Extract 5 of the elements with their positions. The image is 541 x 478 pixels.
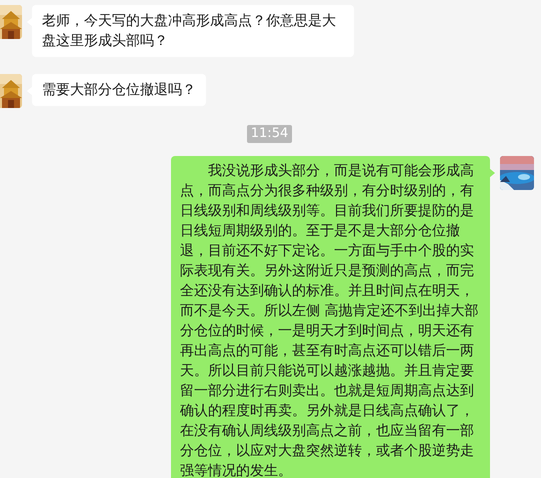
message-bubble: 需要大部分仓位撤退吗？ <box>32 74 206 106</box>
message-bubble: 老师，今天写的大盘冲高形成高点？你意思是大盘这里形成头部吗？ <box>32 5 354 57</box>
timestamp: 11:54 <box>246 125 292 143</box>
message-bubble: 我没说形成头部分，而是说有可能会形成高点，而高点分为很多种级别，有分时级别的，有日线级别和周线级别等。目前我们所要提防的是日线短周期级别的。至于是不是大部分仓位撤退，目前还不好下定论。一方面与手中个股的实际表现有关。另外这附近只是预测的高点，而完全还没有达到确认的标准。并且时间点在明天，而不是今天。所以左侧 高抛肯定还不到出掉大部分仓位的时候，一是明天才到时间点，明天还有再出高点的可能，甚至有时高点还可以错后一两天。所以目前只能说可以越涨越抛。并且肯定要留一部分进行右则卖出。也就是短周期高点达到确认的程度时再卖。另外就是日线高点确认了，在没有确认周线级别高点之前，也应当留有一部分仓位，以应对大盘突然逆转，或者个股逆势走强等情况的发生。 <box>171 156 490 478</box>
bubble-tail <box>489 168 495 178</box>
